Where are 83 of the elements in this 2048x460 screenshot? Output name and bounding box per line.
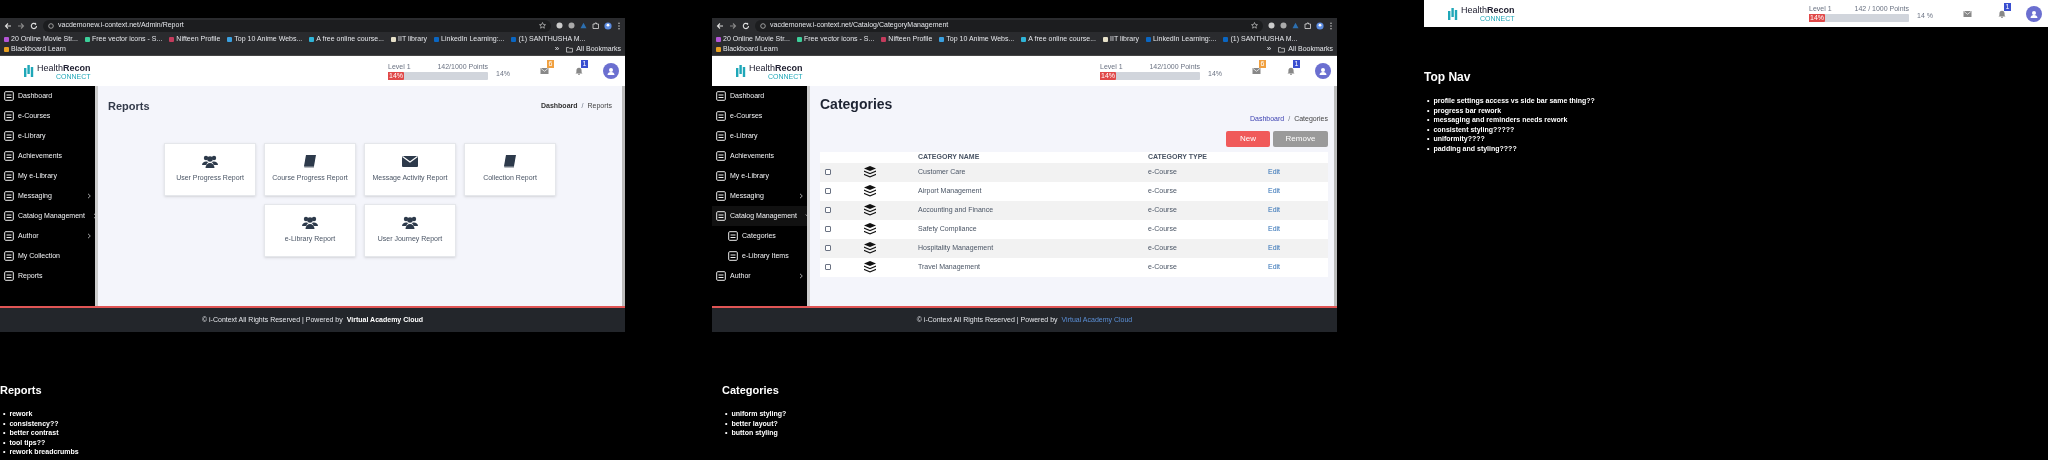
menu-item-icon [4, 151, 14, 161]
menu-item-icon [4, 191, 14, 201]
logo-mark-icon [736, 64, 746, 78]
user-avatar[interactable] [1315, 63, 1331, 79]
more-icon[interactable] [1329, 21, 1333, 30]
mail-icon[interactable] [1252, 67, 1261, 75]
menu-item-icon [716, 131, 726, 141]
logo-mark-icon [24, 64, 34, 78]
folder-icon [566, 45, 574, 53]
scrollbar[interactable] [1334, 86, 1337, 306]
logo-mark-icon [1448, 6, 1458, 21]
site-info-icon [760, 22, 766, 29]
reload-icon[interactable] [742, 21, 750, 30]
profile-avatar-icon[interactable] [1316, 21, 1324, 30]
stack-icon [864, 185, 876, 197]
folder-icon [1278, 45, 1286, 53]
bell-icon[interactable] [1998, 9, 2006, 18]
person-silhouette-icon [2030, 9, 2038, 18]
logo-text: HealthRecon [37, 62, 91, 73]
person-silhouette-icon [607, 67, 615, 75]
menu-item-icon [716, 91, 726, 101]
site-info-icon [48, 22, 54, 29]
menu-item-icon [716, 191, 726, 201]
bell-icon[interactable] [575, 67, 583, 75]
stack-icon [864, 204, 876, 216]
bell-icon[interactable] [1287, 67, 1295, 75]
reload-icon[interactable] [30, 21, 38, 30]
forward-icon[interactable] [729, 21, 737, 30]
stack-icon [864, 242, 876, 254]
people-icon [401, 215, 419, 230]
triangle-icon[interactable] [1292, 22, 1299, 29]
notes-heading: Reports [0, 384, 43, 397]
forward-icon[interactable] [17, 21, 25, 30]
menu-item-icon [716, 271, 726, 281]
book-icon [302, 154, 318, 169]
people-icon [201, 154, 219, 169]
row-checkbox[interactable] [825, 245, 831, 251]
menu-item-icon [716, 171, 726, 181]
row-checkbox[interactable] [825, 188, 831, 194]
menu-item-icon [716, 211, 726, 221]
user-avatar[interactable] [2026, 5, 2042, 22]
people-icon [301, 215, 319, 230]
menu-item-icon [4, 251, 14, 261]
menu-item-icon [728, 231, 738, 241]
triangle-icon[interactable] [580, 22, 587, 29]
mail-icon[interactable] [1963, 9, 1972, 18]
person-silhouette-icon [1319, 67, 1327, 75]
menu-item-icon [728, 251, 738, 261]
row-checkbox[interactable] [825, 264, 831, 270]
star-icon[interactable] [539, 22, 546, 29]
book-icon [502, 154, 518, 169]
bookmarks-overflow[interactable]: » [1266, 44, 1272, 54]
scrollbar[interactable] [622, 86, 625, 306]
stack-icon [864, 166, 876, 178]
menu-item-icon [4, 271, 14, 281]
notes-heading: Top Nav [1424, 70, 1472, 84]
page-title: Reports [108, 99, 150, 114]
menu-item-icon [4, 171, 14, 181]
menu-item-icon [716, 111, 726, 121]
back-icon[interactable] [716, 21, 724, 30]
stack-icon [864, 261, 876, 273]
menu-item-icon [716, 151, 726, 161]
menu-item-icon [4, 231, 14, 241]
back-icon[interactable] [4, 21, 12, 30]
menu-item-icon [4, 211, 14, 221]
mail-icon[interactable] [540, 67, 549, 75]
star-icon[interactable] [1251, 22, 1258, 29]
envelope-icon [401, 154, 419, 169]
logo-text: HealthRecon [1461, 5, 1515, 15]
menu-item-icon [4, 131, 14, 141]
menu-item-icon [4, 111, 14, 121]
menu-item-icon [4, 91, 14, 101]
profile-avatar-icon[interactable] [604, 21, 612, 30]
row-checkbox[interactable] [825, 207, 831, 213]
bookmarks-overflow[interactable]: » [554, 44, 560, 54]
logo-text: HealthRecon [749, 62, 803, 73]
row-checkbox[interactable] [825, 226, 831, 232]
user-avatar[interactable] [603, 63, 619, 79]
stack-icon [864, 223, 876, 235]
row-checkbox[interactable] [825, 169, 831, 175]
page-title: Categories [820, 96, 894, 112]
more-icon[interactable] [617, 21, 621, 30]
notes-heading: Categories [722, 384, 780, 397]
